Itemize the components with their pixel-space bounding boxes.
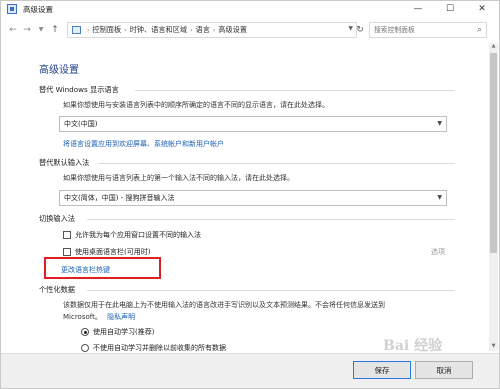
recent-locations-chevron-icon[interactable]: ▼ xyxy=(35,23,47,37)
personalization-description: 该数据仅用于在此电脑上为不使用输入法的语言改进手写识别以及文本预测结果。不会将任… xyxy=(63,301,385,309)
back-arrow-icon[interactable]: ← xyxy=(7,23,19,37)
desktop-language-bar-checkbox-row[interactable]: 使用桌面语言栏(可用时) xyxy=(63,247,150,257)
cancel-button[interactable]: 取消 xyxy=(415,361,473,379)
control-panel-small-icon xyxy=(72,26,81,34)
personalization-description-tail: Microsoft。 xyxy=(63,313,102,321)
default-input-heading: 替代默认输入法 xyxy=(39,158,90,167)
up-arrow-icon[interactable]: ↑ xyxy=(49,23,61,37)
close-button[interactable]: ✕ xyxy=(469,1,495,17)
breadcrumb-separator: › xyxy=(87,26,90,34)
save-button[interactable]: 保存 xyxy=(353,361,411,379)
section-divider xyxy=(135,90,455,91)
default-input-select[interactable]: 中文(简体，中国) - 搜狗拼音输入法 ▼ xyxy=(59,190,447,206)
search-box[interactable]: ⌕ xyxy=(369,22,487,38)
auto-learning-off-radio-row[interactable]: 不使用自动学习并删除以前收集的所有数据 xyxy=(81,343,226,353)
scroll-up-arrow-icon[interactable]: ▲ xyxy=(489,43,498,51)
highlight-annotation-box xyxy=(44,257,161,279)
control-panel-icon xyxy=(7,4,17,14)
auto-learning-on-radio[interactable] xyxy=(81,328,89,336)
baidu-jingyan-watermark: Bai 经验 xyxy=(383,338,443,354)
breadcrumb[interactable]: › 控制面板 › 时钟、语言和区域 › 语言 › 高级设置 ▼ xyxy=(67,22,357,38)
breadcrumb-item-clock-language-region[interactable]: 时钟、语言和区域 xyxy=(130,25,188,35)
section-divider xyxy=(87,219,455,220)
scrollbar-thumb[interactable] xyxy=(490,53,497,253)
personalization-heading: 个性化数据 xyxy=(39,285,75,294)
switch-input-heading: 切换输入法 xyxy=(39,214,75,223)
search-input[interactable] xyxy=(370,23,470,37)
breadcrumb-item-control-panel[interactable]: 控制面板 xyxy=(92,25,121,35)
chevron-down-icon: ▼ xyxy=(437,194,442,201)
privacy-statement-link[interactable]: 隐私声明 xyxy=(107,313,135,321)
title-bar: 高级设置 — ☐ ✕ xyxy=(1,1,499,17)
section-divider xyxy=(87,290,455,291)
forward-arrow-icon[interactable]: → xyxy=(21,23,33,37)
auto-learning-off-label: 不使用自动学习并删除以前收集的所有数据 xyxy=(93,344,226,352)
personalization-description-line2: Microsoft。 隐私声明 xyxy=(63,312,135,322)
auto-learning-on-radio-row[interactable]: 使用自动学习(推荐) xyxy=(81,327,154,337)
per-app-input-checkbox-row[interactable]: 允许我为每个应用窗口设置不同的输入法 xyxy=(63,230,201,240)
display-language-select[interactable]: 中文(中国) ▼ xyxy=(59,116,447,132)
address-bar: ← → ▼ ↑ › 控制面板 › 时钟、语言和区域 › 语言 › 高级设置 ▼ … xyxy=(1,19,499,41)
breadcrumb-separator: › xyxy=(124,26,127,34)
auto-learning-on-label: 使用自动学习(推荐) xyxy=(93,328,155,336)
window-title: 高级设置 xyxy=(23,5,53,14)
breadcrumb-separator: › xyxy=(212,26,216,34)
per-app-input-label: 允许我为每个应用窗口设置不同的输入法 xyxy=(75,231,201,239)
desktop-language-bar-checkbox[interactable] xyxy=(63,248,71,256)
display-language-value: 中文(中国) xyxy=(64,120,98,128)
default-input-description: 如果你想使用与语言列表上的第一个输入法不同的输入法，请在此处选择。 xyxy=(63,174,294,182)
breadcrumb-item-advanced-settings[interactable]: 高级设置 xyxy=(218,25,247,35)
display-language-description: 如果你想使用与安装语言列表中的顺序所确定的语言不同的显示语言，请在此处选择。 xyxy=(63,101,329,109)
page-title: 高级设置 xyxy=(39,65,79,76)
apply-language-settings-link[interactable]: 将语言设置应用到欢迎屏幕、系统帐户和新用户帐户 xyxy=(63,139,224,149)
search-icon[interactable]: ⌕ xyxy=(477,25,482,35)
scroll-down-arrow-icon[interactable]: ▼ xyxy=(489,343,498,351)
dialog-footer: 保存 取消 xyxy=(1,353,499,388)
minimize-button[interactable]: — xyxy=(405,1,431,17)
per-app-input-checkbox[interactable] xyxy=(63,231,71,239)
language-bar-options-link[interactable]: 选项 xyxy=(431,247,445,257)
window: 高级设置 — ☐ ✕ ← → ▼ ↑ › 控制面板 › 时钟、语言和区域 › 语… xyxy=(0,0,500,389)
display-language-heading: 替代 Windows 显示语言 xyxy=(39,85,119,94)
desktop-language-bar-label: 使用桌面语言栏(可用时) xyxy=(75,248,151,256)
breadcrumb-item-language[interactable]: 语言 xyxy=(196,25,210,35)
chevron-down-icon: ▼ xyxy=(437,120,442,127)
maximize-button[interactable]: ☐ xyxy=(437,1,463,17)
section-divider xyxy=(99,163,455,164)
breadcrumb-separator: › xyxy=(190,26,193,34)
refresh-icon[interactable]: ↻ xyxy=(353,22,367,38)
default-input-value: 中文(简体，中国) - 搜狗拼音输入法 xyxy=(64,194,175,202)
auto-learning-off-radio[interactable] xyxy=(81,344,89,352)
